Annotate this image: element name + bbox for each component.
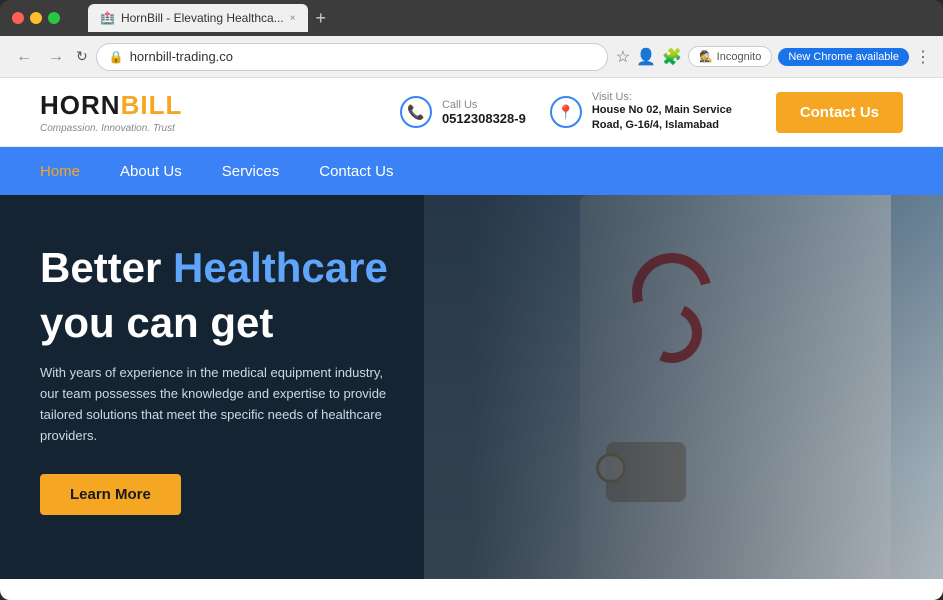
nav-about[interactable]: About Us	[120, 151, 182, 192]
logo-bill: BILL	[121, 90, 183, 120]
phone-number: 0512308328-9	[442, 111, 526, 126]
forward-button[interactable]: →	[44, 44, 68, 70]
incognito-icon: 🕵️	[699, 50, 713, 63]
logo-tagline: Compassion. Innovation. Trust	[40, 123, 182, 134]
visit-label: Visit Us:	[592, 91, 752, 103]
refresh-button[interactable]: ↻	[76, 48, 88, 65]
address-info: Visit Us: House No 02, Main Service Road…	[592, 91, 752, 134]
contact-us-header-button[interactable]: Contact Us	[776, 92, 903, 133]
tab-title: HornBill - Elevating Healthca...	[121, 11, 284, 25]
lock-icon: 🔒	[109, 50, 124, 64]
nav-home[interactable]: Home	[40, 151, 80, 192]
back-button[interactable]: ←	[12, 44, 36, 70]
logo-horn: HORN	[40, 90, 121, 120]
address-bar[interactable]: 🔒 hornbill-trading.co	[96, 43, 608, 71]
tab-favicon: 🏥	[100, 11, 115, 25]
url-text: hornbill-trading.co	[130, 49, 233, 64]
hero-title-healthcare: Healthcare	[173, 244, 388, 291]
minimize-window-button[interactable]	[30, 12, 42, 24]
hero-content: Better Healthcare you can get With years…	[0, 195, 500, 565]
chrome-available-button[interactable]: New Chrome available	[778, 48, 909, 66]
site-nav: Home About Us Services Contact Us	[0, 147, 943, 195]
site-header: HORNBILL Compassion. Innovation. Trust 📞…	[0, 78, 943, 147]
hero-description: With years of experience in the medical …	[40, 363, 400, 446]
tab-bar: 🏥 HornBill - Elevating Healthca... × +	[80, 4, 931, 32]
nav-services[interactable]: Services	[222, 151, 280, 192]
hero-title-line2: you can get	[40, 299, 460, 347]
address-value: House No 02, Main Service Road, G-16/4, …	[592, 103, 752, 134]
location-icon: 📍	[550, 96, 582, 128]
active-tab[interactable]: 🏥 HornBill - Elevating Healthca... ×	[88, 4, 308, 32]
tab-close-button[interactable]: ×	[290, 13, 296, 24]
logo[interactable]: HORNBILL Compassion. Innovation. Trust	[40, 90, 182, 134]
phone-icon: 📞	[400, 96, 432, 128]
phone-contact: 📞 Call Us 0512308328-9	[400, 96, 526, 128]
bookmark-icon[interactable]: ☆	[616, 47, 630, 67]
hero-title-row1: Better Healthcare	[40, 245, 460, 291]
phone-info: Call Us 0512308328-9	[442, 99, 526, 126]
header-contact: 📞 Call Us 0512308328-9 📍 Visit Us: House…	[400, 91, 903, 134]
extensions-icon[interactable]: 🧩	[662, 47, 682, 67]
address-contact: 📍 Visit Us: House No 02, Main Service Ro…	[550, 91, 752, 134]
maximize-window-button[interactable]	[48, 12, 60, 24]
logo-text: HORNBILL	[40, 90, 182, 121]
hero-title-better: Better	[40, 244, 173, 291]
profile-icon[interactable]: 👤	[636, 47, 656, 67]
browser-toolbar: ← → ↻ 🔒 hornbill-trading.co ☆ 👤 🧩 🕵️ Inc…	[0, 36, 943, 78]
toolbar-actions: ☆ 👤 🧩 🕵️ Incognito New Chrome available …	[616, 46, 931, 67]
call-label: Call Us	[442, 99, 526, 111]
traffic-lights	[12, 12, 60, 24]
close-window-button[interactable]	[12, 12, 24, 24]
browser-titlebar: 🏥 HornBill - Elevating Healthca... × +	[0, 0, 943, 36]
incognito-badge: 🕵️ Incognito	[688, 46, 772, 67]
learn-more-button[interactable]: Learn More	[40, 474, 181, 515]
nav-contact[interactable]: Contact Us	[319, 151, 393, 192]
website-content: HORNBILL Compassion. Innovation. Trust 📞…	[0, 78, 943, 600]
menu-icon[interactable]: ⋮	[915, 47, 931, 67]
new-tab-button[interactable]: +	[316, 8, 327, 29]
incognito-label: Incognito	[717, 51, 762, 63]
browser-frame: 🏥 HornBill - Elevating Healthca... × + ←…	[0, 0, 943, 600]
hero-section: Better Healthcare you can get With years…	[0, 195, 943, 579]
